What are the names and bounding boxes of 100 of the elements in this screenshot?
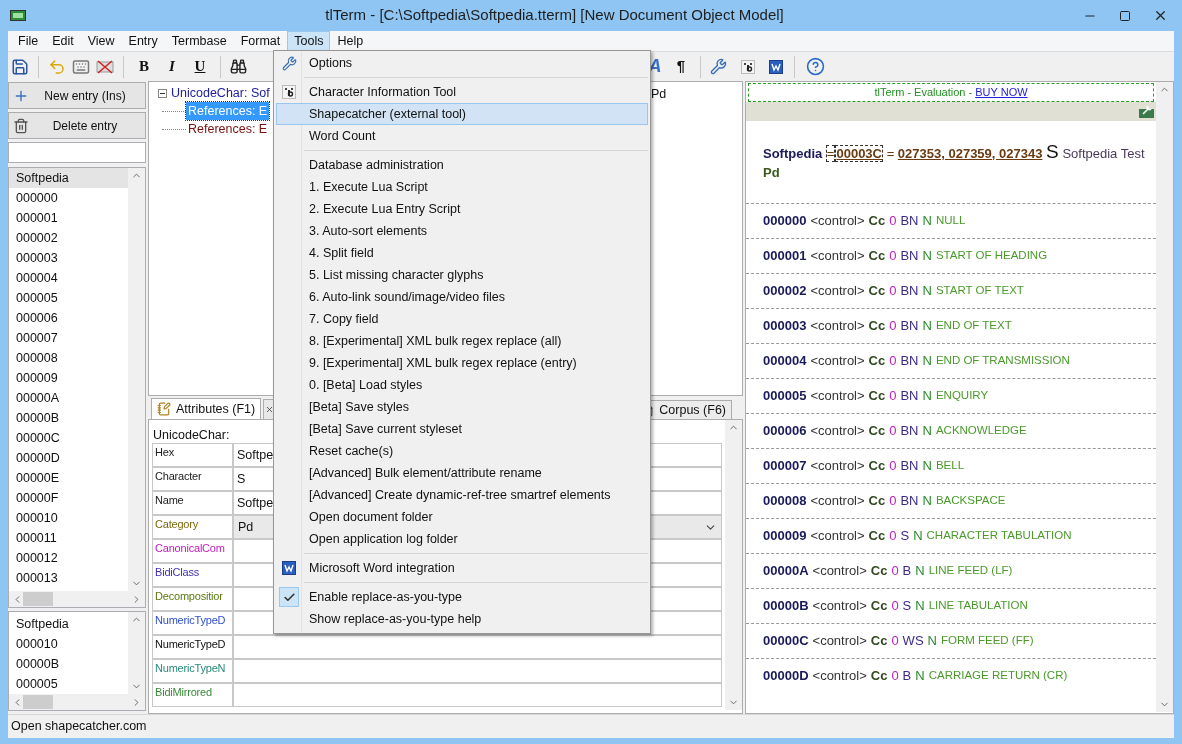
menu-bar-item[interactable]: Tools	[287, 31, 331, 51]
vertical-scrollbar[interactable]	[128, 612, 145, 694]
buy-now-link[interactable]: BUY NOW	[975, 84, 1028, 101]
combining-class: 0	[889, 282, 897, 301]
attribute-field[interactable]	[233, 683, 722, 707]
menu-item[interactable]: 6. Auto-link sound/image/video files	[276, 286, 648, 308]
combining-class: 0	[891, 562, 899, 581]
menu-item[interactable]: Character Information Tool	[276, 81, 648, 103]
vertical-scrollbar[interactable]	[725, 420, 742, 710]
menu-item[interactable]: 0. [Beta] Load styles	[276, 374, 648, 396]
menu-item[interactable]: Shapecatcher (external tool)	[276, 103, 648, 125]
entry-list-item[interactable]: 00000A	[9, 388, 128, 408]
maximize-icon[interactable]	[1119, 9, 1131, 22]
menu-item[interactable]: 1. Execute Lua Script	[276, 176, 648, 198]
entry-list-item[interactable]: Softpedia	[9, 168, 128, 188]
menu-item[interactable]: 7. Copy field	[276, 308, 648, 330]
menu-item[interactable]: [Advanced] Create dynamic-ref-tree smartref elements	[276, 484, 648, 506]
recent-list-item[interactable]: 000010	[9, 634, 128, 654]
menu-item[interactable]: Enable replace-as-you-type	[276, 586, 648, 608]
close-icon[interactable]	[1153, 8, 1168, 23]
character-icon	[741, 59, 755, 74]
tree-node[interactable]: References: E	[186, 119, 270, 139]
menu-bar-item[interactable]: Edit	[45, 31, 81, 51]
attribute-label: BidiClass	[152, 563, 233, 587]
save-icon[interactable]	[11, 57, 29, 76]
entry-list-item[interactable]: 000013	[9, 568, 128, 588]
menu-item[interactable]: Reset cache(s)	[276, 440, 648, 462]
entry-list-item[interactable]: 000007	[9, 328, 128, 348]
tab[interactable]: Attributes (F1)	[151, 398, 262, 419]
type-text: <control>	[810, 387, 865, 406]
menu-bar-item[interactable]: View	[80, 31, 122, 51]
entry-list-item[interactable]: 000010	[9, 508, 128, 528]
menu-item[interactable]: Options	[276, 52, 648, 74]
menu-bar-item[interactable]: Format	[233, 31, 288, 51]
entry-list-item[interactable]: 00000C	[9, 428, 128, 448]
vertical-scrollbar[interactable]	[128, 168, 145, 591]
menu-item[interactable]: [Advanced] Bulk element/attribute rename	[276, 462, 648, 484]
entry-list-item[interactable]: 000012	[9, 548, 128, 568]
entry-list-item[interactable]: 000004	[9, 268, 128, 288]
help-icon[interactable]	[806, 57, 825, 76]
entry-list-item[interactable]: 000002	[9, 228, 128, 248]
entry-list-item[interactable]: 000011	[9, 528, 128, 548]
recent-list-item[interactable]: 000005	[9, 674, 128, 694]
entry-list-item[interactable]: 00000B	[9, 408, 128, 428]
delete-entry-button[interactable]: Delete entry	[8, 112, 146, 139]
style-button[interactable]: ¶	[671, 55, 691, 78]
menu-item[interactable]: 4. Split field	[276, 242, 648, 264]
binoculars-icon[interactable]	[230, 58, 247, 75]
entry-list-item[interactable]: 00000E	[9, 468, 128, 488]
menu-bar-item[interactable]: Termbase	[164, 31, 234, 51]
horizontal-scrollbar[interactable]	[9, 591, 145, 607]
entry-list-item[interactable]: 000006	[9, 308, 128, 328]
reference-links[interactable]: 027353, 027359, 027343	[897, 146, 1043, 161]
horizontal-scrollbar[interactable]	[9, 694, 145, 710]
status-bar: Open shapecatcher.com	[8, 714, 1174, 738]
menu-item[interactable]: Word Count	[276, 125, 648, 147]
wrench-icon[interactable]	[1139, 105, 1154, 118]
menu-item[interactable]: 9. [Experimental] XML bulk regex replace (entry)	[276, 352, 648, 374]
search-field[interactable]	[8, 142, 146, 163]
recent-list-item[interactable]: 00000B	[9, 654, 128, 674]
collapse-icon[interactable]	[158, 89, 167, 98]
entry-list-item[interactable]: 000009	[9, 368, 128, 388]
menu-item[interactable]: 3. Auto-sort elements	[276, 220, 648, 242]
mirrored-label: N	[922, 492, 932, 511]
format-button[interactable]: U	[189, 55, 211, 78]
character-name: START OF HEADING	[935, 248, 1048, 264]
wrench-icon[interactable]	[710, 58, 727, 75]
format-button[interactable]: B	[133, 55, 155, 78]
menu-item[interactable]: Show replace-as-you-type help	[276, 608, 648, 630]
attribute-field[interactable]	[233, 635, 722, 659]
tree-node[interactable]: UnicodeChar: Sof	[171, 84, 270, 103]
menu-item[interactable]: Database administration	[276, 154, 648, 176]
code-link[interactable]: 00003C	[835, 145, 883, 162]
recent-list-item[interactable]: Softpedia	[9, 614, 128, 634]
entry-list-item[interactable]: 00000D	[9, 448, 128, 468]
menu-bar-item[interactable]: Entry	[121, 31, 165, 51]
format-button[interactable]: I	[161, 55, 183, 78]
entry-list-item[interactable]: 000008	[9, 348, 128, 368]
vertical-scrollbar[interactable]	[1156, 82, 1173, 712]
menu-item[interactable]: [Beta] Save current styleset	[276, 418, 648, 440]
new-entry-button[interactable]: New entry (Ins)	[8, 82, 146, 109]
menu-bar-item[interactable]: File	[11, 31, 46, 51]
keyboard-icon[interactable]	[72, 57, 90, 76]
menu-bar-item[interactable]: Help	[330, 31, 371, 51]
menu-item[interactable]: 5. List missing character glyphs	[276, 264, 648, 286]
entry-list-item[interactable]: 000000	[9, 188, 128, 208]
entry-list-item[interactable]: 000003	[9, 248, 128, 268]
menu-item[interactable]: 8. [Experimental] XML bulk regex replace (all)	[276, 330, 648, 352]
menu-item[interactable]: Open document folder	[276, 506, 648, 528]
mirrored-label: N	[922, 387, 932, 406]
entry-list-item[interactable]: 00000F	[9, 488, 128, 508]
entry-list-item[interactable]: 000005	[9, 288, 128, 308]
entry-list-item[interactable]: 000001	[9, 208, 128, 228]
menu-item[interactable]: 2. Execute Lua Entry Script	[276, 198, 648, 220]
crossed-keyboard-icon[interactable]	[96, 58, 114, 75]
character-name: LINE TABULATION	[928, 598, 1028, 614]
attribute-field[interactable]	[233, 659, 722, 683]
menu-item[interactable]: Open application log folder	[276, 528, 648, 550]
menu-item[interactable]: Microsoft Word integration	[276, 557, 648, 579]
code-point: 00000B	[763, 597, 809, 616]
